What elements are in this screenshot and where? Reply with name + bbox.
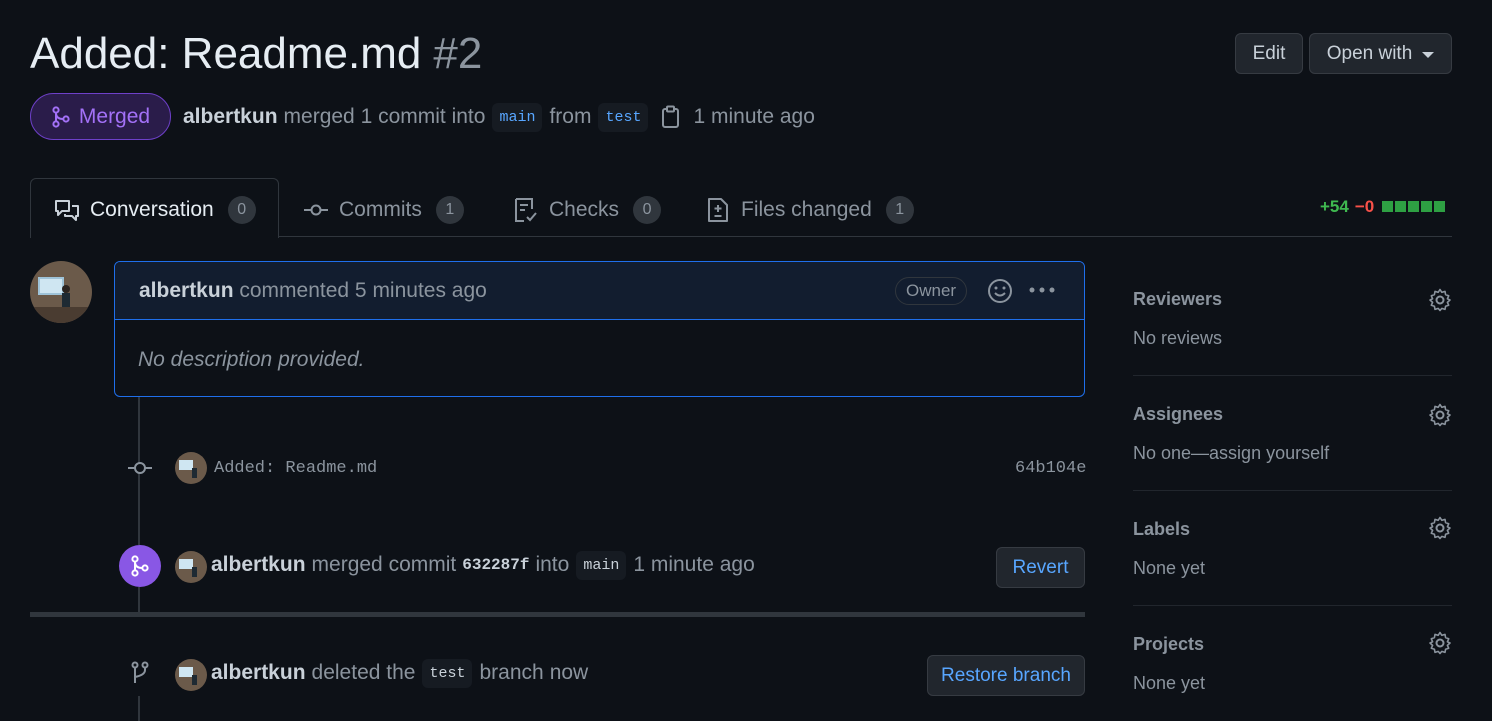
diffstat-bar [1380,197,1446,217]
merge-text: merged 1 commit into [283,105,486,128]
timeline-line [138,587,140,612]
diffstat-block [1434,201,1446,212]
kebab-horizontal-icon[interactable] [1028,286,1056,294]
merge-commit-sha[interactable]: 632287f [462,556,529,574]
labels-heading[interactable]: Labels [1133,519,1190,540]
pr-title: Added: Readme.md #2 [30,28,482,80]
edit-label: Edit [1252,42,1286,64]
merged-label: Merged [78,104,151,128]
branch-word: branch [479,661,544,684]
tab-counter: 1 [435,196,464,224]
caret-down-icon [1422,51,1435,58]
delete-author-link[interactable]: albertkun [211,661,306,685]
open-with-label: Open with [1326,42,1413,64]
timeline-line [138,696,140,721]
merge-author-link[interactable]: albertkun [211,553,306,577]
commit-sha-link[interactable]: 64b104e [1015,459,1086,478]
merge-target-branch[interactable]: main [576,550,627,580]
tab-conversation[interactable]: Conversation 0 [54,194,256,226]
diffstat: +54 −0 [1320,197,1446,217]
diffstat-block [1408,201,1420,212]
comment-action: commented 5 minutes ago [239,279,487,302]
revert-button[interactable]: Revert [996,547,1085,588]
assignees-value[interactable]: No one—assign yourself [1133,443,1329,464]
commit-message-link[interactable]: Added: Readme.md [214,459,377,478]
smiley-icon[interactable] [987,278,1013,304]
comment-meta: albertkun commented 5 minutes ago [139,279,487,303]
reviewers-heading[interactable]: Reviewers [1133,289,1222,310]
pr-meta: albertkun merged 1 commit into main from… [183,100,815,134]
comment-header: albertkun commented 5 minutes ago Owner [115,262,1084,320]
avatar[interactable] [175,551,207,583]
timeline-separator [30,612,1085,617]
gear-icon[interactable] [1428,288,1452,312]
gear-icon[interactable] [1428,403,1452,427]
comment-card: albertkun commented 5 minutes ago Owner … [114,261,1085,397]
gear-icon[interactable] [1428,516,1452,540]
delete-event-time: now [549,661,589,684]
avatar[interactable] [175,659,207,691]
author-link[interactable]: albertkun [183,105,278,129]
tab-counter: 1 [885,196,914,224]
from-text: from [549,105,592,128]
edit-button[interactable]: Edit [1235,33,1303,74]
git-merge-icon [131,555,149,577]
pr-title-text: Added: Readme.md [30,29,422,78]
projects-heading[interactable]: Projects [1133,634,1204,655]
diffstat-block [1382,201,1394,212]
sidebar-divider [1133,605,1452,606]
sidebar-divider [1133,490,1452,491]
restore-branch-label: Restore branch [941,664,1071,686]
merged-status-badge: Merged [30,93,171,140]
deleted-branch: test [422,658,473,688]
merge-event-time: 1 minute ago [633,553,755,576]
revert-label: Revert [1012,556,1069,578]
merge-event-text: merged commit [311,553,457,576]
merge-time: 1 minute ago [693,105,815,128]
avatar[interactable] [175,452,207,484]
merge-event: albertkun merged commit 632287f into mai… [211,548,755,582]
tab-label: Checks [549,198,620,221]
tab-label: Commits [339,198,422,221]
merge-into-text: into [535,553,570,576]
checklist-icon [515,198,537,222]
sidebar-divider [1133,375,1452,376]
deletions-count: −0 [1354,197,1375,216]
diffstat-block [1395,201,1407,212]
gear-icon[interactable] [1428,631,1452,655]
labels-value: None yet [1133,558,1206,578]
tab-commits[interactable]: Commits 1 [303,194,464,226]
tab-label: Conversation [90,198,214,221]
open-with-button[interactable]: Open with [1309,33,1452,74]
owner-badge: Owner [895,277,968,305]
git-merge-icon [52,105,70,128]
tab-counter: 0 [633,196,662,224]
projects-value: None yet [1133,673,1206,693]
delete-branch-event: albertkun deleted the test branch now [211,656,588,690]
pr-number: #2 [433,29,483,78]
delete-event-text: deleted the [311,661,416,684]
tab-counter: 0 [227,196,256,224]
merge-event-badge [119,545,161,587]
tab-files-changed[interactable]: Files changed 1 [705,194,914,226]
comment-author-link[interactable]: albertkun [139,279,234,302]
git-branch-icon [131,661,149,683]
comment-body: No description provided. [138,348,365,371]
commit-icon [128,462,152,474]
additions-count: +54 [1320,197,1349,216]
tab-label: Files changed [741,198,872,221]
avatar[interactable] [30,261,92,323]
head-branch[interactable]: test [598,102,649,132]
conversation-icon [55,200,79,221]
assignees-heading[interactable]: Assignees [1133,404,1223,425]
restore-branch-button[interactable]: Restore branch [927,655,1085,696]
tab-checks[interactable]: Checks 0 [513,194,662,226]
copy-icon[interactable] [661,105,681,129]
base-branch[interactable]: main [492,102,543,132]
file-diff-icon [708,198,728,222]
commit-icon [304,204,328,216]
reviewers-value: No reviews [1133,328,1223,348]
diffstat-block [1421,201,1433,212]
